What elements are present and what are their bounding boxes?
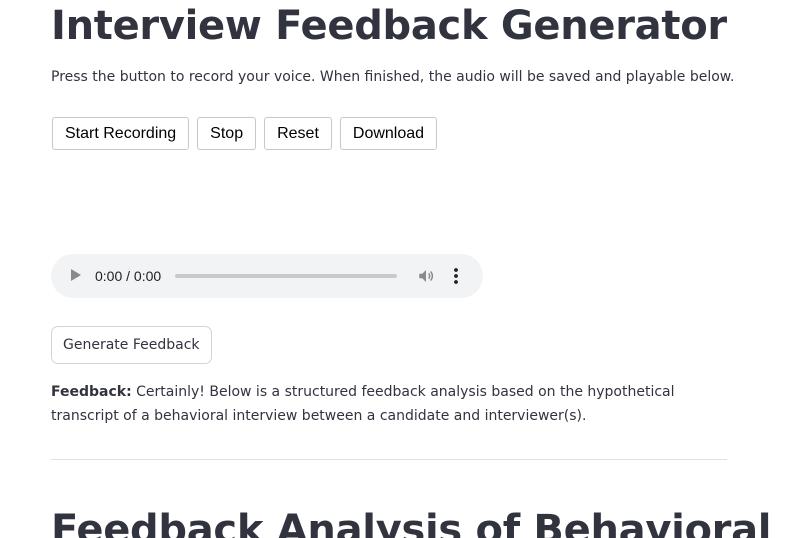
- download-button[interactable]: Download: [339, 117, 438, 150]
- instructions-text: Press the button to record your voice. W…: [51, 69, 735, 85]
- recorder-controls: Start Recording Stop Reset Download: [52, 117, 438, 150]
- feedback-body: Certainly! Below is a structured feedbac…: [51, 384, 675, 424]
- time-display: 0:00 / 0:00: [95, 268, 162, 284]
- stop-button[interactable]: Stop: [197, 117, 257, 150]
- feedback-paragraph: Feedback: Certainly! Below is a structur…: [51, 380, 741, 428]
- reset-button[interactable]: Reset: [264, 117, 332, 150]
- feedback-label: Feedback:: [51, 384, 132, 400]
- seek-slider[interactable]: [175, 274, 397, 278]
- section-divider: [51, 459, 727, 460]
- audio-player: 0:00 / 0:00: [51, 254, 483, 298]
- start-recording-button[interactable]: Start Recording: [52, 117, 190, 150]
- page-title: Interview Feedback Generator: [51, 3, 727, 49]
- generate-feedback-button[interactable]: Generate Feedback: [51, 326, 212, 364]
- section-heading: Feedback Analysis of Behavioral: [51, 507, 772, 538]
- play-icon[interactable]: [71, 269, 81, 281]
- more-options-icon[interactable]: [449, 266, 463, 286]
- volume-icon[interactable]: [417, 267, 435, 285]
